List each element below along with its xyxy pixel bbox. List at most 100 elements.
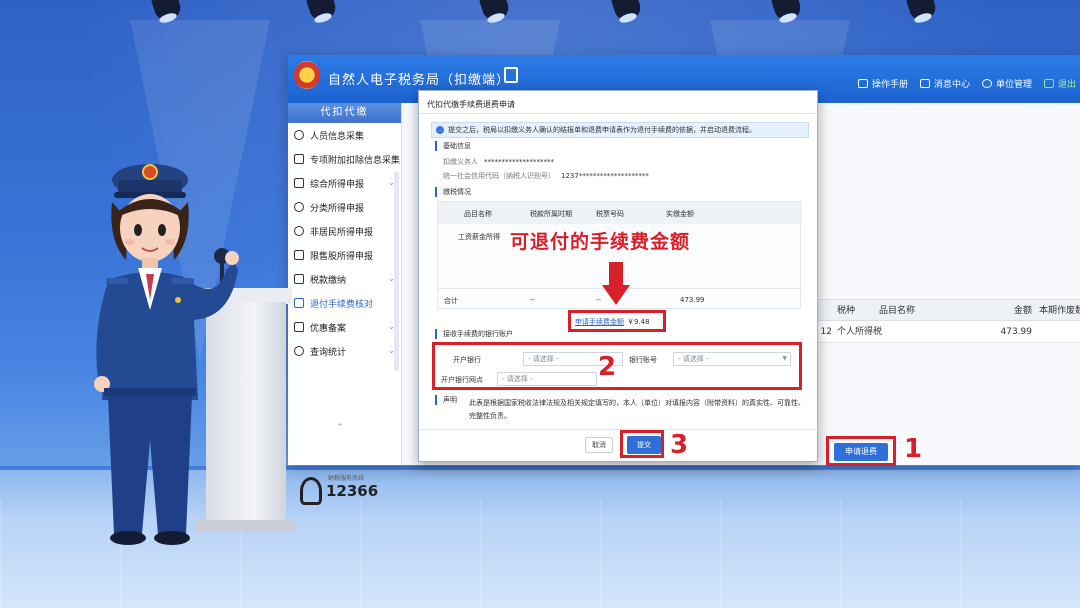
bar-chart-icon bbox=[294, 274, 304, 284]
cell-item: 工资薪金所得 bbox=[458, 233, 500, 241]
clipboard-icon[interactable] bbox=[504, 67, 518, 83]
credit-code-field: 统一社会信用代码（纳税人识别号） 1237******************** bbox=[443, 171, 649, 181]
sidebar-item-preferential[interactable]: 优惠备案 ⌄ bbox=[288, 315, 401, 339]
sidebar-item-personnel[interactable]: 人员信息采集 bbox=[288, 123, 401, 147]
grid-icon bbox=[294, 250, 304, 260]
col-amount: 金额 bbox=[1013, 306, 1032, 316]
col-item: 品目名称 bbox=[464, 210, 492, 218]
sidebar-item-nonresident[interactable]: 非居民所得申报 bbox=[288, 219, 401, 243]
section-bank-account: 接收手续费的银行账户 bbox=[435, 329, 513, 339]
manual-icon bbox=[858, 79, 868, 88]
withholder-label: 扣缴义务人 bbox=[443, 158, 478, 166]
menu-manual[interactable]: 操作手册 bbox=[858, 77, 908, 90]
menu-exit-label: 退出 bbox=[1058, 80, 1077, 90]
sidebar-scrollbar[interactable] bbox=[394, 171, 399, 371]
total-amount: 473.99 bbox=[680, 296, 705, 304]
menu-manual-label: 操作手册 bbox=[872, 80, 909, 90]
refundable-fee-annotation: 可退付的手续费金额 bbox=[510, 231, 691, 253]
step3-highlight bbox=[620, 430, 664, 458]
col-period: 税款所属时期 bbox=[530, 210, 572, 218]
exit-icon bbox=[1044, 79, 1054, 88]
sidebar-item-label: 专项附加扣除信息采集 bbox=[310, 155, 401, 166]
arrow-head bbox=[602, 285, 630, 305]
tax-table-header: 品目名称 税款所属时期 税票号码 实缴金额 bbox=[438, 202, 802, 224]
section-basic-info: 基础信息 bbox=[435, 141, 471, 151]
person-icon bbox=[294, 130, 304, 140]
menu-exit[interactable]: 退出 bbox=[1044, 77, 1076, 90]
phone-support-icon bbox=[300, 477, 322, 505]
sidebar-item-label: 综合所得申报 bbox=[310, 179, 365, 190]
spotlight-icon bbox=[150, 0, 184, 25]
section-declaration: 声明 bbox=[435, 395, 457, 405]
sidebar-item-label: 退付手续费核对 bbox=[310, 299, 374, 310]
total-dash-2: -- bbox=[596, 296, 602, 304]
search-icon bbox=[294, 346, 304, 356]
sidebar-more-icon[interactable]: ⌃ bbox=[336, 423, 344, 433]
sidebar-item-comprehensive[interactable]: 综合所得申报 ⌄ bbox=[288, 171, 401, 195]
col-tax-type: 税种 bbox=[837, 306, 856, 316]
tax-officer-character bbox=[94, 164, 239, 545]
menu-unit-label: 单位管理 bbox=[996, 80, 1033, 90]
cell-amount: 473.99 bbox=[1000, 327, 1033, 337]
withholder-value: ******************** bbox=[484, 158, 554, 166]
dialog-title: 代扣代缴手续费退费申请 bbox=[427, 100, 515, 109]
fee-value: ￥9.48 bbox=[627, 318, 650, 326]
notice-bar: 提交之后，税局以扣缴义务人确认的结报单和退费申请表作为退付手续费的依据，并启动退… bbox=[431, 122, 809, 138]
section-tax-status: 缴税情况 bbox=[435, 187, 471, 197]
menu-unit-management[interactable]: 单位管理 bbox=[982, 77, 1032, 90]
sidebar-item-tax-payment[interactable]: 税款缴纳 ⌄ bbox=[288, 267, 401, 291]
spotlight-icon bbox=[905, 0, 939, 25]
cancel-button[interactable]: 取消 bbox=[585, 437, 613, 453]
step1-label: 1 bbox=[904, 434, 923, 464]
sidebar-item-query[interactable]: 查询统计 ⌄ bbox=[288, 339, 401, 363]
fee-label: 申请手续费金额 bbox=[575, 318, 624, 326]
spotlight-icon bbox=[770, 0, 804, 25]
step1-highlight bbox=[826, 436, 896, 466]
declaration-text: 此表是根据国家税收法律法规及相关规定填写的，本人（单位）对填报内容（附带资料）的… bbox=[469, 399, 805, 420]
total-label: 合计 bbox=[444, 297, 458, 305]
step2-highlight bbox=[432, 342, 802, 390]
sidebar-item-label: 非居民所得申报 bbox=[310, 227, 374, 238]
spotlight-icon bbox=[305, 0, 339, 25]
app-title: 自然人电子税务局（扣缴端） bbox=[328, 73, 511, 88]
layers-icon bbox=[294, 178, 304, 188]
sidebar-item-label: 限售股所得申报 bbox=[310, 251, 374, 262]
book-icon bbox=[294, 298, 304, 308]
sidebar-item-label: 查询统计 bbox=[310, 347, 347, 358]
sidebar: 代扣代缴 人员信息采集 专项附加扣除信息采集 综合所得申报 ⌄ 分类所得申报 非居… bbox=[288, 103, 402, 505]
credit-code-value: 1237******************** bbox=[561, 172, 649, 180]
total-dash-1: -- bbox=[530, 296, 536, 304]
hotline-caption: 纳税服务热线 bbox=[328, 475, 365, 482]
sidebar-item-label: 优惠备案 bbox=[310, 323, 347, 334]
mail-icon bbox=[920, 79, 930, 88]
clock-icon bbox=[294, 202, 304, 212]
hotline: 纳税服务热线 12366 bbox=[300, 469, 400, 509]
doc-icon bbox=[294, 322, 304, 332]
menu-messages[interactable]: 消息中心 bbox=[920, 77, 970, 90]
step3-label: 3 bbox=[670, 430, 689, 460]
sidebar-item-label: 税款缴纳 bbox=[310, 275, 347, 286]
fee-amount-box: 申请手续费金额 ￥9.48 bbox=[568, 310, 666, 332]
sidebar-item-special-deduction[interactable]: 专项附加扣除信息采集 bbox=[288, 147, 401, 171]
table-row[interactable]: 12 个人所得税 473.99 bbox=[808, 321, 1080, 343]
notice-text: 提交之后，税局以扣缴义务人确认的结报单和退费申请表作为退付手续费的依据，并启动退… bbox=[448, 126, 756, 134]
refund-table-header: 税种 品目名称 金额 本期作废数 bbox=[808, 299, 1080, 321]
info-icon bbox=[436, 126, 444, 134]
sidebar-item-classified[interactable]: 分类所得申报 bbox=[288, 195, 401, 219]
cell-tax-type: 个人所得税 bbox=[837, 327, 883, 337]
arrow-down-icon bbox=[609, 262, 623, 286]
credit-code-label: 统一社会信用代码（纳税人识别号） bbox=[443, 172, 555, 180]
sidebar-item-restricted-shares[interactable]: 限售股所得申报 bbox=[288, 243, 401, 267]
sidebar-item-label: 分类所得申报 bbox=[310, 203, 365, 214]
hotline-number: 12366 bbox=[326, 482, 379, 500]
menu-messages-label: 消息中心 bbox=[934, 80, 971, 90]
sidebar-header: 代扣代缴 bbox=[288, 103, 401, 123]
spotlight-icon bbox=[478, 0, 512, 25]
step2-label: 2 bbox=[598, 352, 617, 382]
sidebar-item-fee-refund[interactable]: 退付手续费核对 bbox=[288, 291, 401, 315]
list-icon bbox=[294, 154, 304, 164]
withholder-field: 扣缴义务人 ******************** bbox=[443, 157, 554, 167]
col-void: 本期作废数 bbox=[1039, 306, 1080, 316]
spotlight-icon bbox=[610, 0, 644, 25]
tax-emblem-icon bbox=[294, 61, 320, 89]
